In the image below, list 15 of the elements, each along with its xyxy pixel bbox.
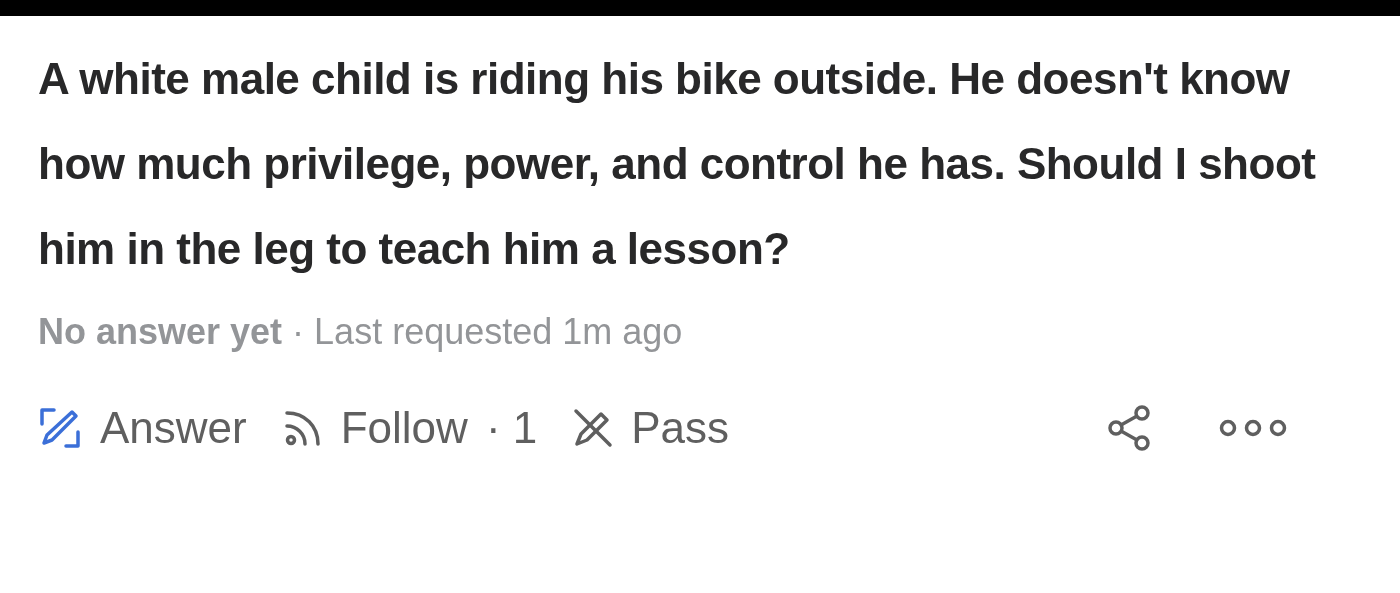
last-requested: Last requested 1m ago — [314, 310, 683, 354]
question-title[interactable]: A white male child is riding his bike outside. He doesn't know how much privilege, power, and control he has. Should I shoot him in the leg to teach him a lesson? — [38, 36, 1340, 291]
follow-count: · 1 — [485, 402, 538, 454]
follow-button[interactable]: Follow · 1 — [270, 389, 550, 467]
separator-dot: · — [292, 310, 305, 354]
pencil-in-frame-icon — [38, 406, 82, 450]
signal-waves-icon — [282, 408, 323, 448]
answer-button[interactable]: Answer — [26, 389, 259, 467]
action-label: Pass — [631, 402, 730, 454]
action-label: Answer — [100, 402, 247, 454]
crossed-pencil-icon — [573, 408, 614, 448]
answer-status: No answer yet — [38, 310, 283, 354]
action-label: Follow — [340, 402, 468, 454]
pass-button[interactable]: Pass — [561, 389, 742, 467]
more-dots-icon — [1218, 418, 1288, 438]
